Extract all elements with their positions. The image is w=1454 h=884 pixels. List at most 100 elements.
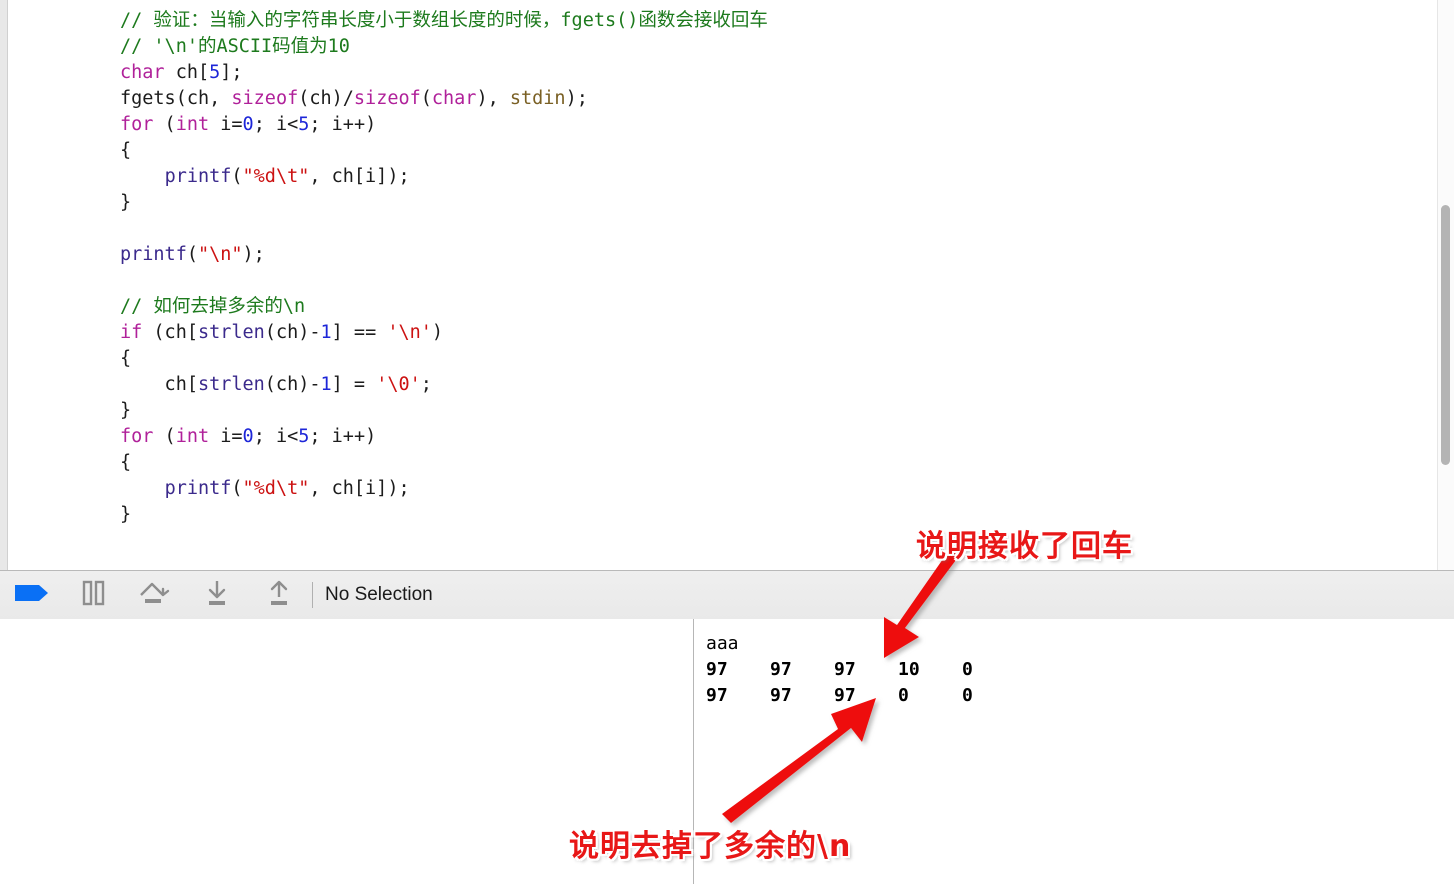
console-value: 97 (834, 685, 856, 706)
code-line: printf("%d\t", ch[i]); (120, 476, 768, 502)
code-token: ] = (331, 374, 377, 395)
code-token: ( (153, 426, 176, 447)
code-token: (ch)- (264, 374, 321, 395)
console-value: 97 (770, 659, 792, 680)
console-value: 97 (706, 659, 728, 680)
code-token: printf (164, 478, 232, 499)
code-line: } (120, 502, 768, 528)
code-token: int (175, 114, 210, 135)
code-token: ]; (220, 62, 243, 83)
code-token: strlen (197, 322, 265, 343)
code-line: for (int i=0; i<5; i++) (120, 112, 768, 138)
code-token: if (120, 322, 143, 343)
step-into-icon (200, 577, 234, 614)
code-line: if (ch[strlen(ch)-1] == '\n') (120, 320, 768, 346)
code-token: ch[ (120, 374, 198, 395)
console-value: aaa (706, 633, 739, 654)
code-token: "\n" (197, 244, 243, 265)
console-value: 97 (770, 685, 792, 706)
continue-button[interactable] (0, 572, 62, 618)
code-line: } (120, 398, 768, 424)
code-token: printf (120, 244, 187, 265)
code-token: ; i< (253, 114, 299, 135)
code-token: ; i< (253, 426, 299, 447)
code-token: (ch)/ (298, 88, 354, 109)
code-token: ; (420, 374, 432, 395)
code-token: sizeof (353, 88, 421, 109)
code-token: // '\n'的ASCII码值为10 (120, 36, 350, 57)
annotation-removed-newline: 说明去掉了多余的\n (568, 829, 852, 865)
selection-status-label: No Selection (325, 584, 433, 605)
code-token: } (120, 400, 132, 421)
code-token: '\n' (387, 322, 432, 343)
code-token: } (120, 192, 132, 213)
code-token: char (431, 88, 477, 109)
step-out-icon (262, 577, 296, 614)
code-token: ) (431, 322, 444, 343)
code-line: fgets(ch, sizeof(ch)/sizeof(char), stdin… (120, 86, 768, 112)
code-token: for (120, 114, 154, 135)
code-token: i= (209, 426, 243, 447)
code-token: printf (164, 166, 232, 187)
code-token: "%d\t" (242, 478, 310, 499)
code-token: 0 (242, 114, 254, 135)
code-line: printf("%d\t", ch[i]); (120, 164, 768, 190)
code-token: 1 (320, 322, 332, 343)
code-token: { (120, 348, 132, 369)
code-line: char ch[5]; (120, 60, 768, 86)
editor-scrollbar-thumb[interactable] (1441, 205, 1450, 465)
code-token: sizeof (231, 88, 299, 109)
code-token: char (120, 62, 165, 83)
pause-button[interactable] (62, 572, 124, 618)
code-line: // 验证：当输入的字符串长度小于数组长度的时候，fgets()函数会接收回车 (120, 8, 768, 34)
code-token: (ch)- (264, 322, 321, 343)
code-line: // '\n'的ASCII码值为10 (120, 34, 768, 60)
code-token: ( (231, 166, 243, 187)
code-token: (ch[ (142, 322, 198, 343)
code-token: 5 (298, 114, 310, 135)
code-token: ] == (331, 322, 388, 343)
pause-icon (76, 579, 110, 612)
code-line: } (120, 190, 768, 216)
debug-toolbar: No Selection (0, 570, 1454, 620)
code-token: ); (565, 88, 588, 109)
code-line: // 如何去掉多余的\n (120, 294, 768, 320)
code-token: 0 (242, 426, 254, 447)
code-line: ch[strlen(ch)-1] = '\0'; (120, 372, 768, 398)
code-token: , ch[i]); (309, 166, 410, 187)
code-token: ), (476, 88, 510, 109)
code-token: '\0' (376, 374, 421, 395)
console-value: 0 (962, 685, 973, 706)
code-token: // 如何去掉多余的\n (120, 296, 306, 317)
step-out-button[interactable] (248, 572, 310, 618)
step-into-button[interactable] (186, 572, 248, 618)
code-token: , ch[i]); (309, 478, 410, 499)
code-token: fgets(ch, (120, 88, 232, 109)
code-token: ( (186, 244, 198, 265)
source-code-text[interactable]: // 验证：当输入的字符串长度小于数组长度的时候，fgets()函数会接收回车 /… (120, 8, 768, 528)
code-token: ( (153, 114, 176, 135)
console-value: 97 (834, 659, 856, 680)
editor-vertical-scrollbar[interactable] (1437, 0, 1454, 570)
code-token: 1 (320, 374, 332, 395)
code-token: int (175, 426, 210, 447)
code-token: i= (209, 114, 243, 135)
play-flag-icon (11, 580, 51, 611)
code-token: { (120, 140, 132, 161)
step-over-button[interactable] (124, 572, 186, 618)
code-token: 5 (209, 62, 221, 83)
code-token: strlen (197, 374, 265, 395)
code-editor-pane[interactable]: // 验证：当输入的字符串长度小于数组长度的时候，fgets()函数会接收回车 /… (0, 0, 1454, 570)
code-token: 5 (298, 426, 310, 447)
code-token: ( (420, 88, 432, 109)
code-line: { (120, 450, 768, 476)
console-value: 10 (898, 659, 920, 680)
toolbar-divider (312, 582, 313, 608)
code-token: "%d\t" (242, 166, 310, 187)
step-over-icon (135, 578, 175, 613)
code-token: } (120, 504, 132, 525)
